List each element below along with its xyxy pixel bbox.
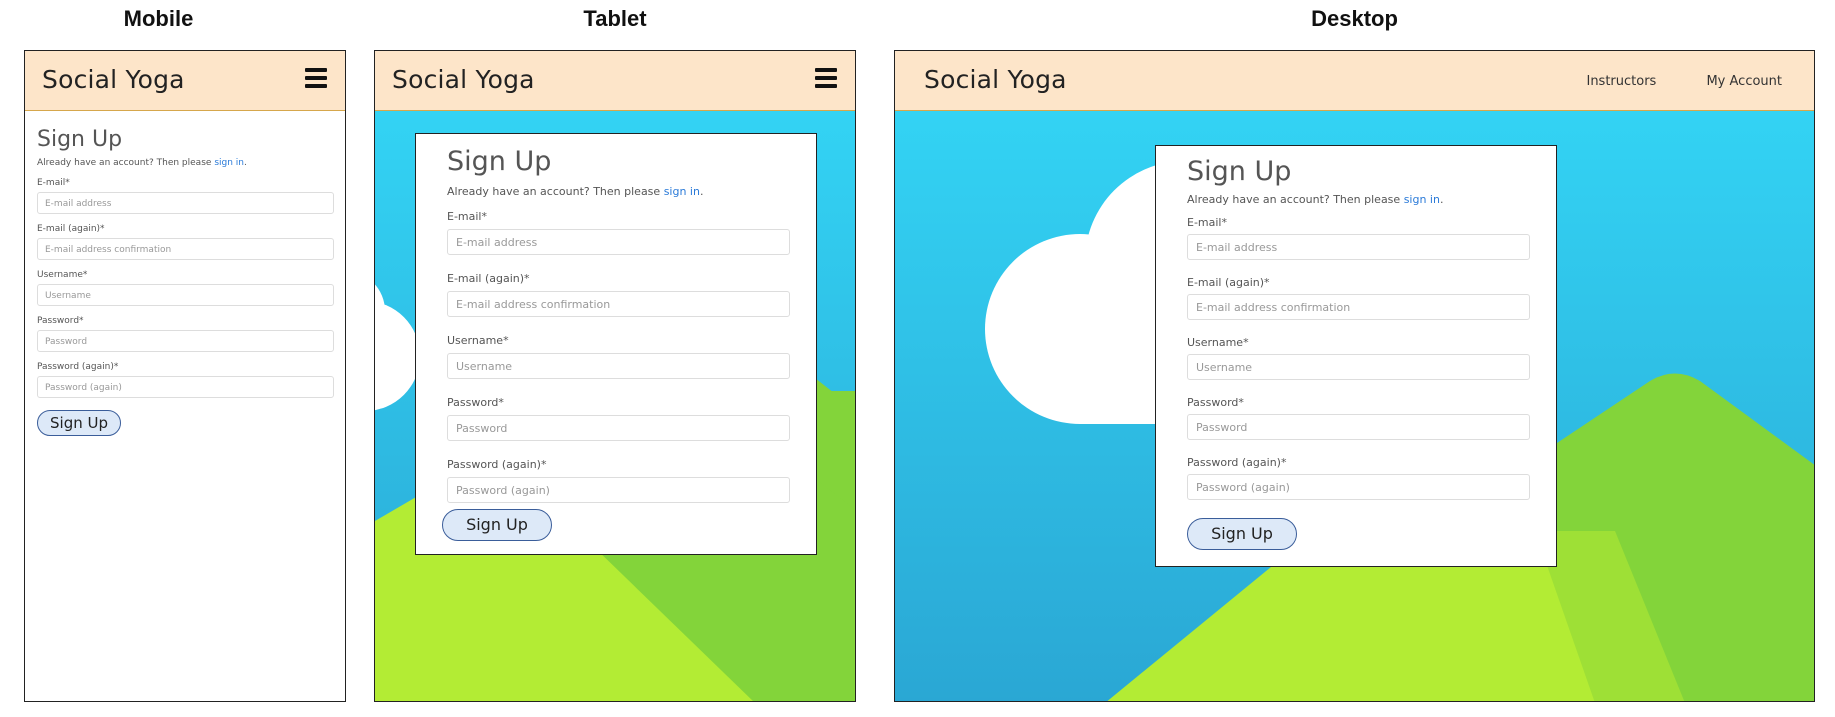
- nav-link-instructors[interactable]: Instructors: [1586, 74, 1656, 89]
- tablet-frame: Social Yoga Sign Up Already have an acco…: [374, 50, 856, 702]
- signup-card: Sign Up Already have an account? Then pl…: [415, 133, 817, 555]
- password-label: Password*: [447, 396, 504, 409]
- signup-button[interactable]: Sign Up: [442, 509, 552, 541]
- desktop-frame: Social Yoga Instructors My Account Sign …: [894, 50, 1815, 702]
- signin-prompt: Already have an account? Then please sig…: [1187, 193, 1444, 206]
- signin-link[interactable]: sign in: [214, 158, 244, 168]
- password-confirm-field[interactable]: Password (again): [1187, 474, 1530, 500]
- password-label: Password*: [37, 316, 84, 326]
- hamburger-icon[interactable]: [815, 68, 837, 90]
- username-field[interactable]: Username: [37, 284, 334, 306]
- email-field[interactable]: E-mail address: [37, 192, 334, 214]
- desktop-label: Desktop: [1311, 6, 1398, 31]
- email-confirm-label: E-mail (again)*: [1187, 276, 1270, 289]
- email-confirm-field[interactable]: E-mail address confirmation: [37, 238, 334, 260]
- nav-links: Instructors My Account: [1540, 74, 1782, 89]
- email-field[interactable]: E-mail address: [447, 229, 790, 255]
- username-label: Username*: [447, 334, 509, 347]
- email-confirm-label: E-mail (again)*: [37, 224, 105, 234]
- signup-button[interactable]: Sign Up: [37, 410, 121, 436]
- brand-logo[interactable]: Social Yoga: [392, 65, 535, 94]
- password-confirm-label: Password (again)*: [447, 458, 547, 471]
- brand-logo[interactable]: Social Yoga: [924, 65, 1067, 94]
- username-field[interactable]: Username: [1187, 354, 1530, 380]
- password-confirm-field[interactable]: Password (again): [447, 477, 790, 503]
- password-confirm-field[interactable]: Password (again): [37, 376, 334, 398]
- email-label: E-mail*: [37, 178, 70, 188]
- mobile-label: Mobile: [123, 6, 194, 31]
- email-confirm-field[interactable]: E-mail address confirmation: [1187, 294, 1530, 320]
- navbar: Social Yoga: [375, 51, 855, 111]
- password-field[interactable]: Password: [1187, 414, 1530, 440]
- username-label: Username*: [37, 270, 88, 280]
- hamburger-icon[interactable]: [305, 68, 327, 90]
- password-field[interactable]: Password: [447, 415, 790, 441]
- email-confirm-field[interactable]: E-mail address confirmation: [447, 291, 790, 317]
- page-title: Sign Up: [447, 146, 552, 177]
- signin-prompt: Already have an account? Then please sig…: [37, 158, 247, 168]
- email-field[interactable]: E-mail address: [1187, 234, 1530, 260]
- navbar: Social Yoga Instructors My Account: [895, 51, 1814, 111]
- nav-link-my-account[interactable]: My Account: [1706, 74, 1782, 89]
- password-confirm-label: Password (again)*: [37, 362, 119, 372]
- password-field[interactable]: Password: [37, 330, 334, 352]
- email-label: E-mail*: [447, 210, 487, 223]
- mobile-frame: Social Yoga Sign Up Already have an acco…: [24, 50, 346, 702]
- navbar: Social Yoga: [25, 51, 345, 111]
- brand-logo[interactable]: Social Yoga: [42, 65, 185, 94]
- signup-card: Sign Up Already have an account? Then pl…: [1155, 145, 1557, 567]
- tablet-label: Tablet: [583, 6, 647, 31]
- signup-button[interactable]: Sign Up: [1187, 518, 1297, 550]
- signin-prompt: Already have an account? Then please sig…: [447, 185, 704, 198]
- username-field[interactable]: Username: [447, 353, 790, 379]
- page-title: Sign Up: [1187, 156, 1292, 187]
- email-confirm-label: E-mail (again)*: [447, 272, 530, 285]
- page-title: Sign Up: [37, 127, 123, 152]
- signin-link[interactable]: sign in: [1404, 193, 1440, 206]
- email-label: E-mail*: [1187, 216, 1227, 229]
- signup-form: Sign Up Already have an account? Then pl…: [37, 113, 334, 436]
- password-confirm-label: Password (again)*: [1187, 456, 1287, 469]
- username-label: Username*: [1187, 336, 1249, 349]
- signin-link[interactable]: sign in: [664, 185, 700, 198]
- password-label: Password*: [1187, 396, 1244, 409]
